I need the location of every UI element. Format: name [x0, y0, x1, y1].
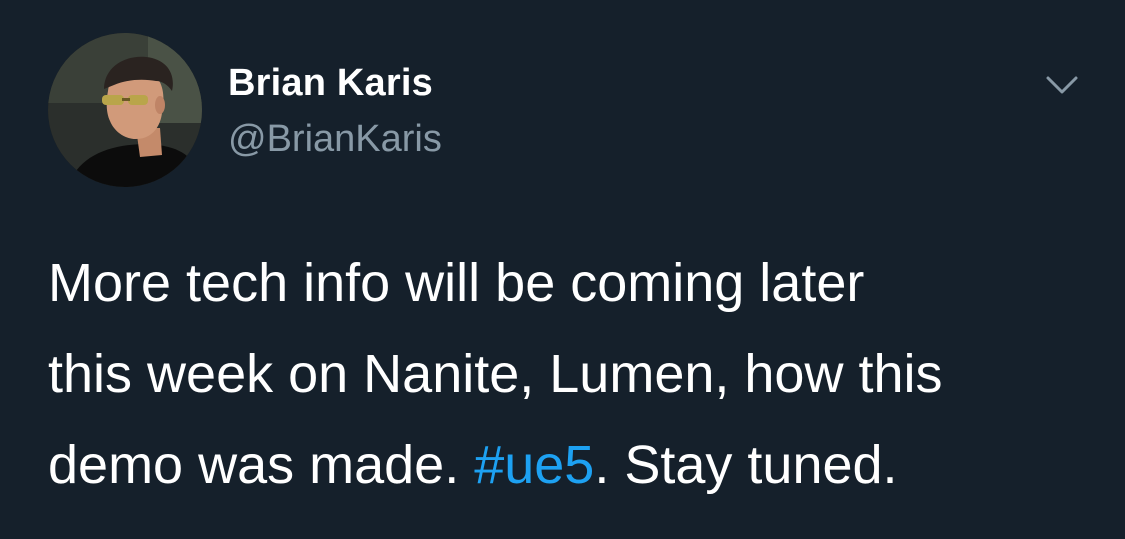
chevron-down-icon [1046, 76, 1078, 94]
hashtag-link[interactable]: #ue5 [474, 435, 594, 495]
tweet-text-segment: demo was made. [48, 435, 475, 495]
avatar-image [48, 33, 202, 187]
author-display-name[interactable]: Brian Karis [228, 62, 433, 105]
tweet-menu-button[interactable] [1042, 70, 1082, 100]
author-handle[interactable]: @BrianKaris [228, 118, 442, 161]
tweet-text-line: this week on Nanite, Lumen, how this [48, 344, 943, 404]
tweet-card: Brian Karis @BrianKaris More tech info w… [0, 0, 1125, 539]
tweet-text-line: More tech info will be coming later [48, 253, 865, 313]
avatar[interactable] [48, 33, 202, 187]
tweet-text-line: demo was made. #ue5. Stay tuned. [48, 420, 1108, 511]
tweet-text-segment: . Stay tuned. [594, 435, 898, 495]
tweet-text: More tech info will be coming later this… [48, 238, 1108, 511]
